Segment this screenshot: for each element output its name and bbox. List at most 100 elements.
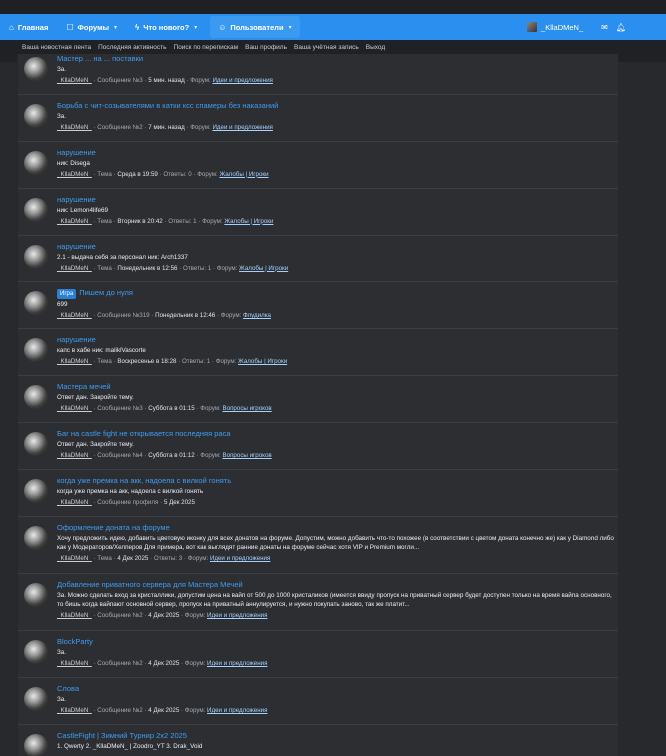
result-forum-link[interactable]: Идеи и предложения: [207, 707, 267, 714]
subnav-news-feed[interactable]: Ваша новостная лента: [22, 44, 91, 51]
avatar[interactable]: [24, 103, 48, 128]
result-author[interactable]: _KllaDMeN_: [57, 312, 92, 319]
nav-forums[interactable]: ☐ Форумы ▾: [57, 14, 126, 40]
avatar[interactable]: [24, 150, 48, 175]
result-row: нарушение ник: Lemon4life69 _KllaDMeN_ · Т…: [18, 189, 618, 236]
nav-users[interactable]: ☺ Пользователи ▾: [210, 16, 300, 38]
result-title-link[interactable]: нарушение: [57, 195, 96, 204]
result-title-link[interactable]: CastleFight | Зимний Турнир 2x2 2025: [57, 731, 187, 740]
result-title-link[interactable]: Слова: [57, 684, 79, 693]
result-title[interactable]: нарушение: [57, 148, 615, 158]
avatar[interactable]: [24, 525, 48, 550]
result-author[interactable]: _KllaDMeN_: [57, 405, 92, 412]
avatar[interactable]: [24, 479, 48, 504]
result-author[interactable]: _KllaDMeN_: [57, 171, 92, 178]
avatar[interactable]: [24, 338, 48, 363]
result-title[interactable]: Баг на castle fight не открывается после…: [57, 429, 615, 439]
result-title-link[interactable]: когда уже премка на акк, надоела с вилко…: [57, 476, 231, 485]
result-title[interactable]: нарушение: [57, 242, 615, 252]
avatar[interactable]: [24, 582, 48, 607]
result-forum-link[interactable]: Жалобы | Игроки: [219, 171, 268, 178]
subnav-your-profile[interactable]: Ваш профиль: [245, 44, 287, 51]
result-title[interactable]: Мастера мечей: [57, 382, 615, 392]
chevron-down-icon[interactable]: ▾: [289, 24, 292, 31]
result-forum-link[interactable]: Идеи и предложения: [207, 660, 267, 667]
result-title-link[interactable]: Мастер ... на ... поставки: [57, 54, 143, 63]
result-author[interactable]: _KllaDMeN_: [57, 555, 92, 562]
result-title-link[interactable]: Пишем до нуля: [79, 288, 133, 297]
result-forum-link[interactable]: Идеи и предложения: [210, 555, 270, 562]
result-title-link[interactable]: Оформление доната на форуме: [57, 523, 170, 532]
chevron-down-icon[interactable]: ▾: [114, 24, 117, 31]
result-forum-link[interactable]: Флудилка: [243, 312, 271, 319]
result-forum-link[interactable]: Идеи и предложения: [212, 124, 272, 131]
result-author[interactable]: _KllaDMeN_: [57, 77, 92, 84]
result-title-link[interactable]: Баг на castle fight не открывается после…: [57, 429, 231, 438]
result-title[interactable]: CastleFight | Зимний Турнир 2x2 2025: [57, 731, 615, 741]
avatar[interactable]: [24, 733, 48, 756]
result-title-link[interactable]: BlockParty: [57, 637, 93, 646]
result-title[interactable]: Борьба с чит-созывателями в катки ксс сп…: [57, 101, 615, 111]
subnav-logout[interactable]: Выход: [366, 44, 385, 51]
result-forum-link[interactable]: Идеи и предложения: [207, 612, 267, 619]
user-menu[interactable]: _KllaDMeN_: [527, 22, 583, 32]
result-forum-link[interactable]: Жалобы | Игроки: [239, 265, 288, 272]
result-answers: Ответы: 1: [181, 358, 211, 366]
result-content: нарушение 2.1 - выдача себя за персонал н…: [57, 242, 615, 273]
result-title[interactable]: Игра Пишем до нуля: [57, 288, 615, 300]
result-forum-link[interactable]: Жалобы | Игроки: [238, 358, 287, 365]
result-title[interactable]: Добавление приватного сервера для Мастер…: [57, 580, 615, 590]
result-author[interactable]: _KllaDMeN_: [57, 499, 92, 506]
result-row: BlockParty За. _KllaDMeN_ · Сообщение №2 ·…: [18, 631, 618, 678]
avatar[interactable]: [24, 244, 48, 269]
avatar[interactable]: [24, 385, 48, 410]
result-author[interactable]: _KllaDMeN_: [57, 358, 92, 365]
result-title-link[interactable]: Мастера мечей: [57, 382, 111, 391]
result-title[interactable]: BlockParty: [57, 637, 615, 647]
bell-icon[interactable]: 🔔︎: [616, 23, 626, 32]
result-title-link[interactable]: нарушение: [57, 335, 96, 344]
result-author[interactable]: _KllaDMeN_: [57, 707, 92, 714]
result-forum-link[interactable]: Жалобы | Игроки: [224, 218, 273, 225]
result-title[interactable]: нарушение: [57, 335, 615, 345]
result-title-link[interactable]: нарушение: [57, 242, 96, 251]
subnav-latest-activity[interactable]: Последняя активность: [98, 44, 166, 51]
subnav-search-conversations[interactable]: Поиск по перепискам: [174, 44, 239, 51]
forums-icon: ☐: [66, 22, 74, 32]
result-meta: _KllaDMeN_ · Тема · Понедельник в 12:56 …: [57, 264, 615, 273]
result-author[interactable]: _KllaDMeN_: [57, 265, 92, 272]
nav-home[interactable]: ⌂ Главная: [0, 14, 57, 40]
result-meta: _KllaDMeN_ · Сообщение №2 · 4 Дек 2025 ·…: [57, 706, 615, 715]
result-title[interactable]: Слова: [57, 684, 615, 694]
subnav-your-account[interactable]: Ваша учётная запись: [294, 44, 359, 51]
result-author[interactable]: _KllaDMeN_: [57, 124, 92, 131]
avatar[interactable]: [24, 291, 48, 316]
result-title[interactable]: Мастер ... на ... поставки: [57, 54, 615, 64]
nav-whats-new[interactable]: ϟ Что нового? ▾: [126, 14, 206, 40]
result-forum-link[interactable]: Вопросы игроков: [223, 405, 272, 412]
result-forum-link[interactable]: Идеи и предложения: [212, 77, 272, 84]
result-title[interactable]: Оформление доната на форуме: [57, 523, 615, 533]
mail-icon[interactable]: ✉: [601, 23, 608, 32]
chevron-down-icon[interactable]: ▾: [194, 24, 197, 31]
meta-sep: ·: [181, 706, 184, 714]
result-content: Добавление приватного сервера для Мастер…: [57, 580, 615, 620]
result-author[interactable]: _KllaDMeN_: [57, 218, 92, 225]
result-title-link[interactable]: Борьба с чит-созывателями в катки ксс сп…: [57, 101, 278, 110]
result-author[interactable]: _KllaDMeN_: [57, 660, 92, 667]
result-title[interactable]: нарушение: [57, 195, 615, 205]
avatar[interactable]: [24, 57, 48, 81]
avatar[interactable]: [24, 432, 48, 457]
result-author[interactable]: _KllaDMeN_: [57, 612, 92, 619]
forum-prefix: Форум:: [200, 452, 221, 460]
result-snippet: ник: Disega: [57, 159, 90, 167]
avatar[interactable]: [24, 639, 48, 664]
result-author[interactable]: _KllaDMeN_: [57, 452, 92, 459]
meta-sep: ·: [178, 358, 181, 366]
avatar[interactable]: [24, 686, 48, 711]
avatar[interactable]: [24, 197, 48, 222]
result-title-link[interactable]: нарушение: [57, 148, 96, 157]
result-title-link[interactable]: Добавление приватного сервера для Мастер…: [57, 580, 243, 589]
result-forum-link[interactable]: Вопросы игроков: [223, 452, 272, 459]
result-title[interactable]: когда уже премка на акк, надоела с вилко…: [57, 476, 615, 486]
